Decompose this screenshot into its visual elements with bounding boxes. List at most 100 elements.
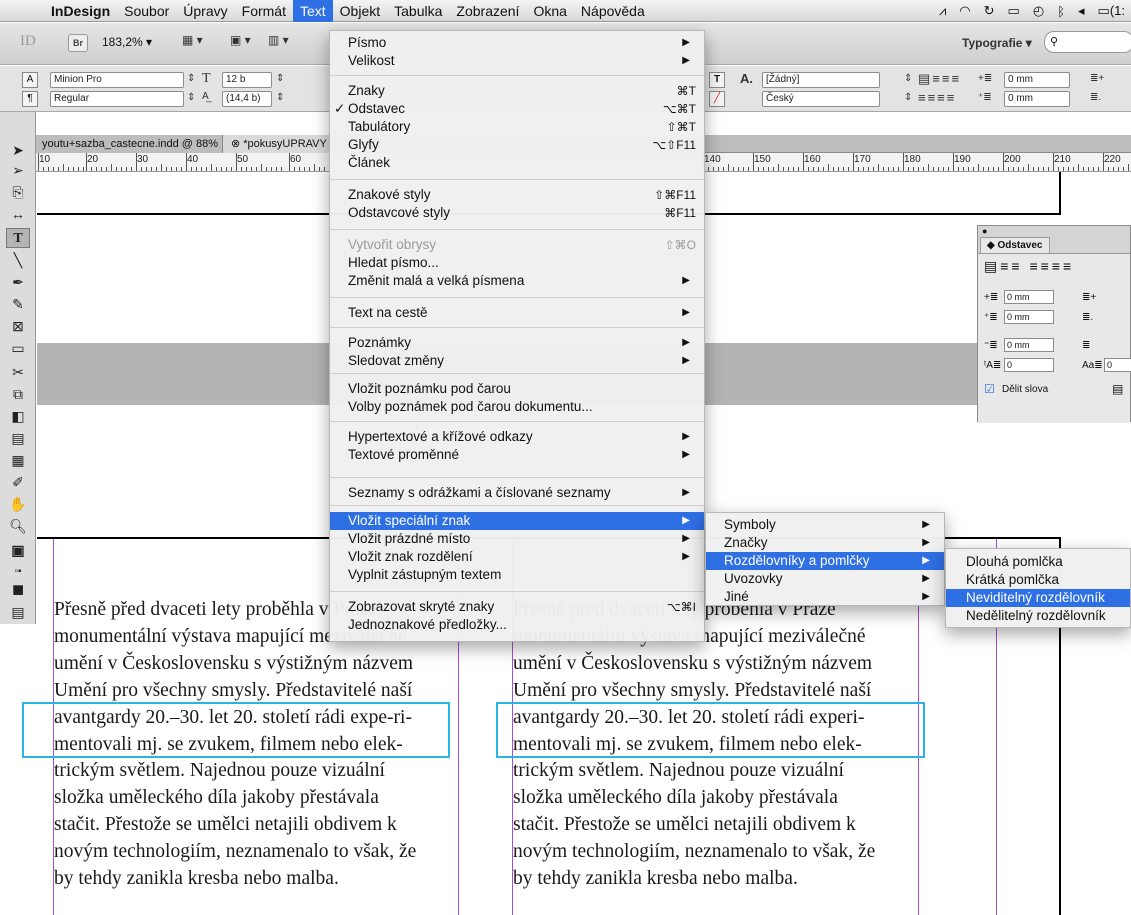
menu-item-volby-poznamek-pod-carou-dokumentu[interactable]: Volby poznámek pod čarou dokumentu... xyxy=(330,398,704,416)
fill-stroke-icon[interactable]: ▣ xyxy=(6,540,30,560)
first-indent-field[interactable]: 0 mm xyxy=(1004,310,1054,324)
menu-item-vlozit-prazdne-misto[interactable]: Vložit prázdné místo ▶ xyxy=(330,530,704,548)
menu-item-uvozovky[interactable]: Uvozovky ▶ xyxy=(706,570,944,588)
menu-upravy[interactable]: Úpravy xyxy=(176,0,234,22)
menu-item-velikost[interactable]: Velikost ▶ xyxy=(330,52,704,70)
menu-item-rozdelovniky[interactable]: Rozdělovníky a pomlčky ▶ xyxy=(706,552,944,570)
menu-soubor[interactable]: Soubor xyxy=(117,0,176,22)
menu-item-odstavcove-styly[interactable]: Odstavcové styly ⌘F11 xyxy=(330,204,704,222)
menu-item-text-na-ceste[interactable]: Text na cestě ▶ xyxy=(330,304,704,322)
menu-item-en-dash[interactable]: Krátká pomlčka xyxy=(946,571,1130,589)
volume-icon[interactable]: ◂ xyxy=(1078,3,1085,19)
drop-cap-lines-field[interactable]: 0 xyxy=(1004,358,1054,372)
tab-document-2[interactable]: ⊗ *pokusyUPRAVY xyxy=(222,135,336,153)
hand-tool-icon[interactable]: ✋ xyxy=(6,494,30,514)
page-tool-icon[interactable]: ⎘ xyxy=(6,182,30,202)
menu-item-clanek[interactable]: Článek xyxy=(330,154,704,172)
menu-item-zmenit-mala-a-velka-pismena[interactable]: Změnit malá a velká písmena ▶ xyxy=(330,272,704,290)
time-machine-icon[interactable]: ◴ xyxy=(1033,3,1044,19)
menu-item-seznamy-s-odrazkami-a-cislovane-seznamy[interactable]: Seznamy s odrážkami a číslované seznamy ▶ xyxy=(330,484,704,502)
menu-app[interactable]: InDesign xyxy=(44,0,117,22)
gradient-swatch-tool-icon[interactable]: ◧ xyxy=(6,406,30,426)
menu-napoveda[interactable]: Nápověda xyxy=(574,0,652,22)
menu-item-hypertextove-a-krizove-odkazy[interactable]: Hypertextové a křížové odkazy ▶ xyxy=(330,428,704,446)
menu-item-vlozit-znak-rozdeleni[interactable]: Vložit znak rozdělení ▶ xyxy=(330,548,704,566)
menu-item-poznamky[interactable]: Poznámky ▶ xyxy=(330,334,704,352)
stroke-swatch-icon[interactable]: ╱ xyxy=(709,91,725,107)
character-style-field[interactable]: [Žádný] xyxy=(762,72,880,88)
close-panel-icon[interactable]: ● xyxy=(982,226,987,236)
character-mode-icon[interactable]: A xyxy=(22,72,38,88)
language-select-icon[interactable]: ⇕ xyxy=(904,92,912,103)
leading-dropdown-icon[interactable]: ⇕ xyxy=(276,92,284,103)
apply-color-icon[interactable]: ■ xyxy=(6,580,30,600)
menu-format[interactable]: Formát xyxy=(235,0,293,22)
language-field[interactable]: Český xyxy=(762,91,880,107)
size-dropdown-icon[interactable]: ⇕ xyxy=(276,73,284,84)
text-frame-icon[interactable]: T xyxy=(709,72,725,88)
first-line-indent-field[interactable]: 0 mm xyxy=(1004,91,1070,107)
menu-item-textove-promenne[interactable]: Textové proměnné ▶ xyxy=(330,446,704,464)
menu-item-vlozit-specialni-znak[interactable]: Vložit speciální znak ▶ xyxy=(330,512,704,530)
screen-mode-icon[interactable]: ▣ ▾ xyxy=(230,33,262,53)
menu-tabulka[interactable]: Tabulka xyxy=(387,0,449,22)
font-dropdown-icon[interactable]: ⇕ xyxy=(187,73,195,84)
sync-icon[interactable]: ↻ xyxy=(984,3,995,19)
hyphenate-checkbox[interactable]: ☑ xyxy=(984,382,995,396)
scissors-tool-icon[interactable]: ✂ xyxy=(6,362,30,382)
menu-item-em-dash[interactable]: Dlouhá pomlčka xyxy=(946,553,1130,571)
zoom-tool-icon[interactable]: 🔍︎ xyxy=(6,516,30,536)
menu-okna[interactable]: Okna xyxy=(526,0,573,22)
zoom-select[interactable]: 183,2% ▾ xyxy=(102,35,152,49)
menu-item-tabulatory[interactable]: Tabulátory ⇧⌘T xyxy=(330,118,704,136)
menu-item-odstavec[interactable]: ✓ Odstavec ⌥⌘T xyxy=(330,100,704,118)
menu-item-znakove-styly[interactable]: Znakové styly ⇧⌘F11 xyxy=(330,186,704,204)
panel-tab-paragraph[interactable]: ◆ Odstavec xyxy=(980,237,1050,253)
menu-objekt[interactable]: Objekt xyxy=(333,0,387,22)
left-indent-field[interactable]: 0 mm xyxy=(1004,72,1070,88)
left-indent-field[interactable]: 0 mm xyxy=(1004,290,1054,304)
menu-item-vyplnit-zastupnym-textem[interactable]: Vyplnit zástupným textem xyxy=(330,566,704,584)
alignment-buttons-icon[interactable]: ▤≡≡ ≡≡≡≡ xyxy=(984,258,1074,275)
menu-zobrazeni[interactable]: Zobrazení xyxy=(449,0,526,22)
leading-field[interactable]: (14,4 b) xyxy=(222,91,272,107)
menu-item-discretionary-hyphen[interactable]: Neviditelný rozdělovník xyxy=(946,589,1130,607)
font-size-field[interactable]: 12 b xyxy=(222,72,272,88)
drop-cap-chars-field[interactable]: 0 xyxy=(1104,358,1131,372)
battery-icon[interactable]: ▭(1: xyxy=(1098,3,1125,19)
pen-tool-icon[interactable]: ✒ xyxy=(6,272,30,292)
rectangle-frame-tool-icon[interactable]: ⊠ xyxy=(6,316,30,336)
line-tool-icon[interactable]: ╲ xyxy=(6,250,30,270)
style-select-icon[interactable]: ⇕ xyxy=(904,73,912,84)
menu-item-jednoznakove-predlozky[interactable]: Jednoznakové předložky... xyxy=(330,616,704,634)
menu-item-hledat-pismo[interactable]: Hledat písmo... xyxy=(330,254,704,272)
menu-item-symboly[interactable]: Symboly ▶ xyxy=(706,516,944,534)
font-style-field[interactable]: Regular xyxy=(50,91,184,107)
menu-item-glyfy[interactable]: Glyfy ⌥⇧F11 xyxy=(330,136,704,154)
gap-tool-icon[interactable]: ↔ xyxy=(6,204,30,224)
selection-tool-icon[interactable]: ➤ xyxy=(6,140,30,160)
menu-item-vlozit-poznamku-pod-carou[interactable]: Vložit poznámku pod čarou xyxy=(330,380,704,398)
menu-item-zobrazovat-skryte-znaky[interactable]: Zobrazovat skryté znaky ⌥⌘I xyxy=(330,598,704,616)
direct-selection-tool-icon[interactable]: ➢ xyxy=(6,160,30,180)
adobe-icon[interactable]: ⩘ xyxy=(939,3,946,19)
free-transform-tool-icon[interactable]: ⧉ xyxy=(6,384,30,404)
note-tool-icon[interactable]: ▦ xyxy=(6,450,30,470)
screen-mode-tool-icon[interactable]: ▤ xyxy=(6,602,30,622)
menu-item-znaky[interactable]: Znaky ⌘T xyxy=(330,82,704,100)
menu-item-nonbreaking-hyphen[interactable]: Nedělitelný rozdělovník xyxy=(946,607,1130,625)
display-icon[interactable]: ▭ xyxy=(1008,3,1020,19)
eyedropper-tool-icon[interactable]: ✐ xyxy=(6,472,30,492)
bridge-button[interactable]: Br xyxy=(68,34,88,52)
style-dropdown-icon[interactable]: ⇕ xyxy=(187,92,195,103)
menu-item-znacky[interactable]: Značky ▶ xyxy=(706,534,944,552)
menu-item-pismo[interactable]: Písmo ▶ xyxy=(330,34,704,52)
wifi-icon[interactable]: ◠ xyxy=(959,3,970,19)
space-before-field[interactable]: 0 mm xyxy=(1004,338,1054,352)
menu-item-jine[interactable]: Jiné ▶ xyxy=(706,588,944,606)
menu-item-sledovat-zmeny[interactable]: Sledovat změny ▶ xyxy=(330,352,704,370)
justify-buttons-icon[interactable]: ≡≡≡≡ xyxy=(918,90,956,105)
type-tool-icon[interactable]: T xyxy=(6,228,30,248)
grid-align-icon[interactable]: ▤ xyxy=(1112,382,1123,396)
tab-document-1[interactable]: youtu+sazba_castecne.indd @ 88% xyxy=(36,136,224,153)
